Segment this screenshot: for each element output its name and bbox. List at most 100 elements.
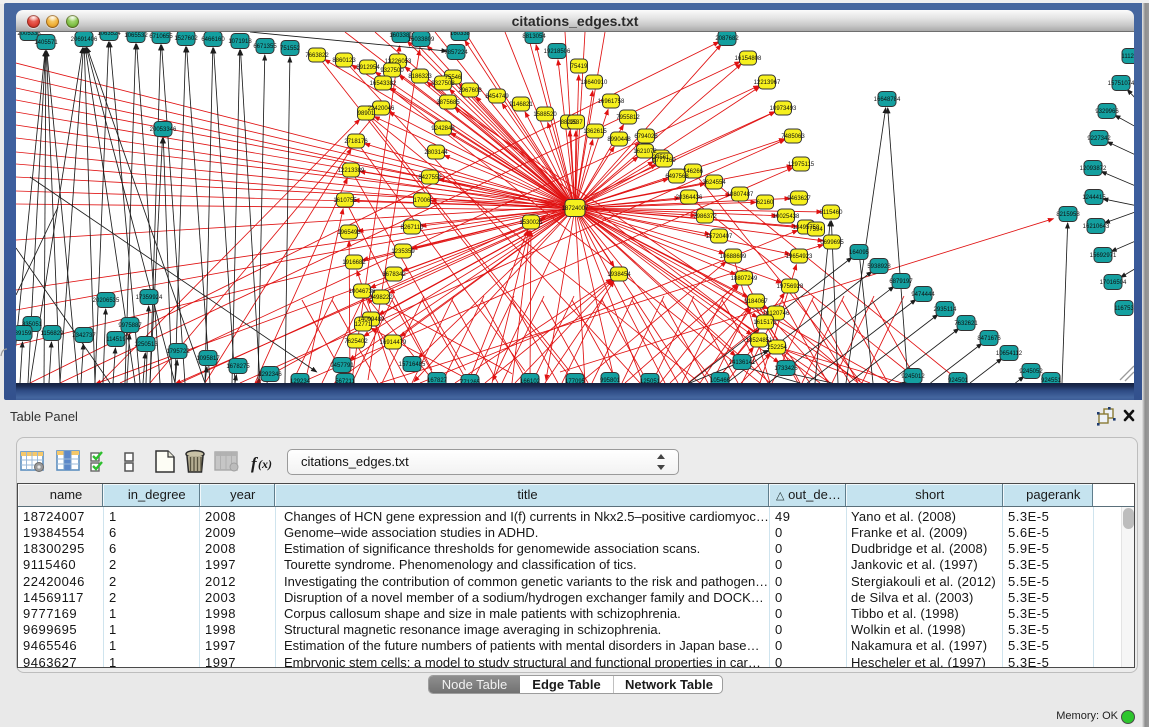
svg-text:1235359: 1235359 xyxy=(391,249,415,255)
svg-text:1530021: 1530021 xyxy=(519,220,543,226)
svg-text:16154808: 16154808 xyxy=(735,56,762,62)
svg-text:1362615: 1362615 xyxy=(583,129,607,135)
svg-text:7986372: 7986372 xyxy=(693,214,717,220)
svg-text:10688609: 10688609 xyxy=(720,254,747,260)
svg-text:6794028: 6794028 xyxy=(634,134,658,140)
svg-text:15716485: 15716485 xyxy=(399,362,426,368)
svg-text:20206535: 20206535 xyxy=(93,298,120,304)
svg-text:1795722: 1795722 xyxy=(166,349,190,355)
svg-text:1292346: 1292346 xyxy=(258,372,282,378)
svg-text:7955812: 7955812 xyxy=(616,115,640,121)
svg-text:1965493: 1965493 xyxy=(337,230,361,236)
svg-text:9184067: 9184067 xyxy=(744,299,768,305)
svg-text:567211: 567211 xyxy=(335,379,355,383)
svg-text:10973493: 10973493 xyxy=(770,106,797,112)
svg-text:12213389: 12213389 xyxy=(338,168,365,174)
svg-text:105466: 105466 xyxy=(710,378,731,383)
svg-text:16914479: 16914479 xyxy=(380,340,407,346)
svg-text:10807487: 10807487 xyxy=(727,192,754,198)
svg-text:8912954: 8912954 xyxy=(356,65,380,71)
svg-text:6671355: 6671355 xyxy=(253,44,277,50)
svg-text:9245052: 9245052 xyxy=(1019,369,1043,375)
svg-text:16648784: 16648784 xyxy=(874,97,901,103)
svg-text:1610755: 1610755 xyxy=(333,198,357,204)
svg-text:125051: 125051 xyxy=(640,379,661,383)
svg-text:13226053: 13226053 xyxy=(385,59,412,65)
svg-text:116753: 116753 xyxy=(1114,306,1134,312)
svg-text:9115460: 9115460 xyxy=(820,210,844,216)
svg-text:2005333: 2005333 xyxy=(17,32,41,37)
svg-text:15692971: 15692971 xyxy=(1090,253,1117,259)
svg-text:9474444: 9474444 xyxy=(911,292,935,298)
svg-text:9242848: 9242848 xyxy=(431,126,455,132)
svg-text:8427552: 8427552 xyxy=(418,175,442,181)
svg-text:7485063: 7485063 xyxy=(781,134,805,140)
svg-text:13524851: 13524851 xyxy=(746,338,773,344)
svg-text:18640910: 18640910 xyxy=(581,80,608,86)
svg-text:19654923: 19654923 xyxy=(786,254,813,260)
svg-text:10654112: 10654112 xyxy=(996,351,1023,357)
svg-text:7857224: 7857224 xyxy=(444,50,468,56)
svg-text:2803144: 2803144 xyxy=(424,150,448,156)
svg-text:9777169: 9777169 xyxy=(652,158,676,164)
svg-text:9327508: 9327508 xyxy=(431,81,455,87)
svg-text:39159: 39159 xyxy=(16,331,32,337)
svg-text:75419: 75419 xyxy=(571,64,588,70)
svg-text:12771: 12771 xyxy=(355,322,372,328)
svg-text:7632621: 7632621 xyxy=(954,321,978,327)
svg-text:16210643: 16210643 xyxy=(1083,224,1110,230)
svg-text:18724007: 18724007 xyxy=(562,206,589,212)
svg-text:1938454: 1938454 xyxy=(607,272,631,278)
svg-text:9457791: 9457791 xyxy=(330,363,354,369)
svg-text:252254: 252254 xyxy=(767,345,788,351)
svg-text:9537: 9537 xyxy=(569,120,583,126)
svg-text:12213967: 12213967 xyxy=(754,80,781,86)
svg-text:62160: 62160 xyxy=(757,200,774,206)
svg-text:1095817: 1095817 xyxy=(196,356,220,362)
svg-text:10025438: 10025438 xyxy=(773,214,800,220)
svg-text:20053346: 20053346 xyxy=(150,127,177,133)
svg-text:1405571: 1405571 xyxy=(34,40,58,46)
svg-text:9463627: 9463627 xyxy=(787,196,811,202)
svg-text:2087682: 2087682 xyxy=(715,36,739,42)
svg-text:2935114: 2935114 xyxy=(934,307,958,313)
svg-text:9975887: 9975887 xyxy=(118,323,142,329)
svg-text:1615172: 1615172 xyxy=(753,320,777,326)
svg-text:8813054: 8813054 xyxy=(522,34,546,40)
svg-text:19218506: 19218506 xyxy=(544,49,571,55)
svg-text:7594: 7594 xyxy=(809,227,823,233)
svg-text:1678275: 1678275 xyxy=(226,364,250,370)
svg-text:1733426: 1733426 xyxy=(774,366,798,372)
svg-text:1588520: 1588520 xyxy=(533,112,557,118)
svg-text:114519: 114519 xyxy=(106,337,126,343)
svg-text:164095: 164095 xyxy=(849,250,870,256)
svg-text:3498222: 3498222 xyxy=(369,295,393,301)
svg-text:17016504: 17016504 xyxy=(1100,280,1127,286)
svg-text:8215958: 8215958 xyxy=(1056,212,1080,218)
svg-text:20691406: 20691406 xyxy=(71,37,98,43)
svg-text:98901: 98901 xyxy=(358,111,375,117)
svg-text:167827: 167827 xyxy=(427,378,448,383)
svg-text:160338: 160338 xyxy=(450,32,471,37)
svg-text:6466160: 6466160 xyxy=(201,37,225,43)
svg-text:751552: 751552 xyxy=(280,46,301,52)
svg-text:19756928: 19756928 xyxy=(777,284,804,290)
svg-text:9329966: 9329966 xyxy=(1095,109,1119,115)
svg-text:1065532: 1065532 xyxy=(124,33,148,39)
svg-text:17359924: 17359924 xyxy=(136,295,163,301)
svg-text:9327500: 9327500 xyxy=(380,68,404,74)
svg-text:1250513: 1250513 xyxy=(134,342,158,348)
svg-text:166102: 166102 xyxy=(520,379,541,383)
svg-text:12093872: 12093872 xyxy=(1080,166,1107,172)
svg-text:835051: 835051 xyxy=(22,322,43,328)
svg-text:1071918: 1071918 xyxy=(228,39,252,45)
svg-text:1244415: 1244415 xyxy=(1082,195,1106,201)
svg-text:2967608: 2967608 xyxy=(458,88,482,94)
svg-text:995801: 995801 xyxy=(600,378,621,383)
svg-text:7663822: 7663822 xyxy=(305,53,329,59)
svg-text:9245012: 9245012 xyxy=(901,374,925,380)
svg-text:8860123: 8860123 xyxy=(332,58,356,64)
svg-text:1156829: 1156829 xyxy=(41,331,65,337)
svg-text:6710655: 6710655 xyxy=(149,34,173,40)
svg-text:129234: 129234 xyxy=(290,379,311,383)
